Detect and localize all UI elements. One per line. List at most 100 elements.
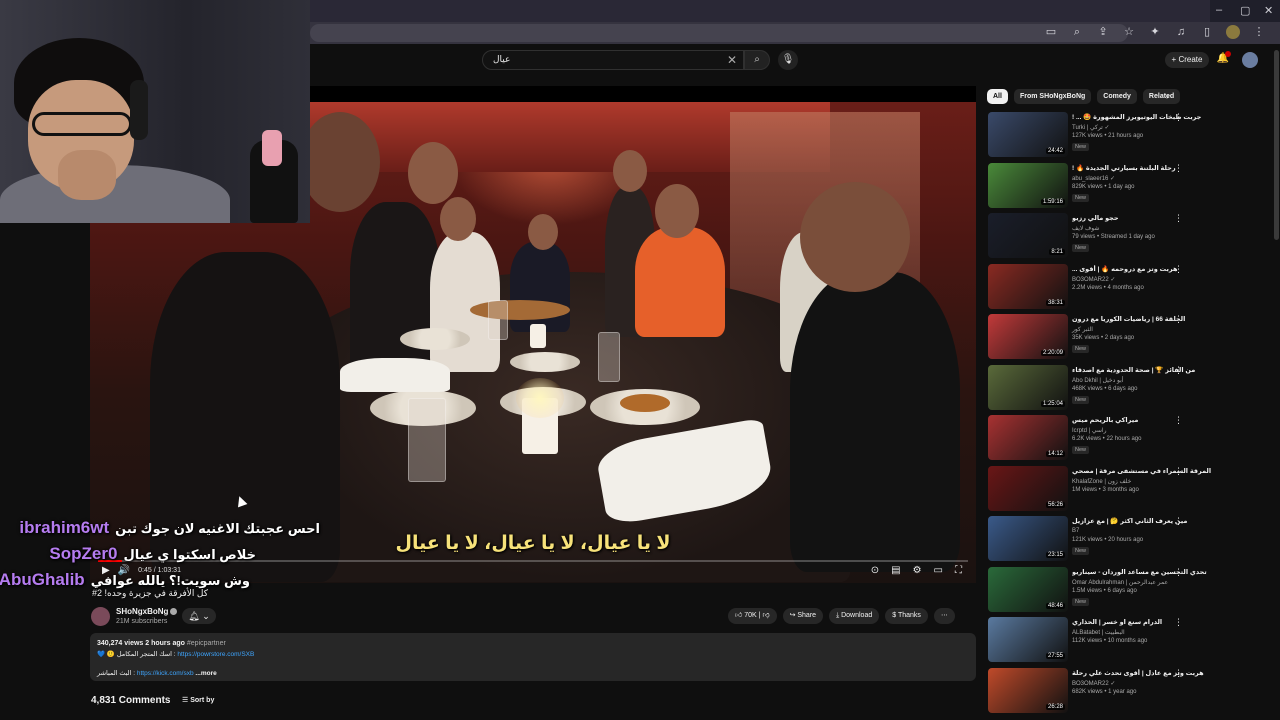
recommended-video[interactable]: 38:31 هربت وتز مع دروحمه 🔥 | أقوى ... BO3O…	[988, 263, 1268, 310]
video-thumbnail[interactable]: 8:21	[988, 213, 1068, 258]
search-button[interactable]: ⌕	[744, 50, 770, 70]
video-menu-icon[interactable]: ⋮	[1174, 668, 1183, 679]
download-button[interactable]: ⤓ Download	[829, 608, 880, 624]
video-thumbnail[interactable]: 1:25:04	[988, 364, 1068, 410]
description-box[interactable]: 340,274 views 2 hours ago #epicpartner 💙…	[90, 633, 976, 681]
video-menu-icon[interactable]: ⋮	[1174, 617, 1183, 628]
video-thumbnail[interactable]: 23:15	[988, 516, 1068, 561]
video-title[interactable]: هربت وتز مع عادل | أقوى تحدث علي رحلة	[1072, 669, 1252, 677]
video-title[interactable]: الحلقة 66 | رياضيات الكوريا مع درون	[1072, 315, 1252, 323]
video-title[interactable]: مين يعرف الثاني اكثر 🤔 | مع عزازيل	[1072, 517, 1252, 525]
video-channel[interactable]: BO3OMAR22 ✓	[1072, 680, 1115, 687]
autoplay-toggle-icon[interactable]: ⊙	[871, 565, 879, 576]
video-menu-icon[interactable]: ⋮	[1174, 314, 1183, 325]
video-menu-icon[interactable]: ⋮	[1174, 213, 1183, 224]
video-channel[interactable]: ALBatabet | البطبيت	[1072, 629, 1125, 636]
share-button[interactable]: ↪ Share	[782, 608, 824, 624]
video-thumbnail[interactable]: 2:20:09	[988, 314, 1068, 359]
store-link[interactable]: https://powrstore.com/SXB	[177, 651, 254, 658]
cast-icon[interactable]: ▭	[1044, 25, 1058, 39]
maximize-icon[interactable]: ▢	[1240, 4, 1250, 17]
video-channel[interactable]: Abo Dkhil | أبو دخيل	[1072, 377, 1123, 384]
recommended-video[interactable]: 48:46 تحدي التحسين مع مساعد الوردان - سين…	[988, 566, 1268, 613]
video-menu-icon[interactable]: ⋮	[1174, 466, 1183, 477]
chip-all[interactable]: All	[987, 89, 1008, 104]
video-thumbnail[interactable]: 27:55	[988, 617, 1068, 662]
fullscreen-icon[interactable]: ⛶	[955, 565, 962, 576]
video-channel[interactable]: Icrptd | راسي	[1072, 427, 1107, 434]
chip-comedy[interactable]: Comedy	[1097, 89, 1137, 104]
zoom-icon[interactable]: ⌕	[1070, 25, 1084, 39]
recommended-video[interactable]: 56:26 المرقة السمراء في مستشفى مرقة | مصح…	[988, 465, 1268, 512]
extensions-icon[interactable]: ✦	[1148, 25, 1162, 39]
address-bar[interactable]	[310, 24, 1128, 42]
recommended-video[interactable]: 24:42 جربت طبخات اليوتيوبرز المشهورة 🤩 ..…	[988, 112, 1268, 158]
channel-name-text[interactable]: SHoNgxBoNg	[116, 607, 168, 616]
bookmark-star-icon[interactable]: ☆	[1122, 25, 1136, 39]
sort-comments-button[interactable]: ☰ Sort by	[182, 696, 214, 704]
video-menu-icon[interactable]: ⋮	[1174, 415, 1183, 426]
video-menu-icon[interactable]: ⋮	[1174, 567, 1183, 578]
description-hashtag[interactable]: #epicpartner	[187, 640, 226, 647]
more-actions-button[interactable]: ⋯	[933, 608, 955, 624]
video-thumbnail[interactable]: 14:12	[988, 415, 1068, 460]
voice-search-button[interactable]: 🎙	[778, 50, 798, 70]
thumbs-down-icon[interactable]: 👎︎	[762, 612, 769, 619]
chip-from-channel[interactable]: From SHoNgxBoNg	[1013, 89, 1092, 104]
video-channel[interactable]: الثبر كور	[1072, 326, 1093, 333]
video-channel[interactable]: KhalafZone | خلف زون	[1072, 478, 1131, 485]
media-control-icon[interactable]: ♫	[1174, 25, 1188, 39]
video-title[interactable]: الدرام سنع او خسر | الحذاري	[1072, 618, 1252, 626]
video-menu-icon[interactable]: ⋮	[1174, 264, 1183, 275]
video-menu-icon[interactable]: ⋮	[1174, 112, 1183, 123]
video-title[interactable]: جربت طبخات اليوتيوبرز المشهورة 🤩 ... !	[1072, 113, 1252, 121]
search-input[interactable]: عيال	[493, 54, 510, 65]
minimize-icon[interactable]: –	[1216, 4, 1222, 16]
theater-mode-icon[interactable]: ▭	[934, 565, 943, 576]
browser-profile-avatar[interactable]	[1226, 25, 1240, 39]
share-page-icon[interactable]: ⇪	[1096, 25, 1110, 39]
channel-name[interactable]: SHoNgxBoNg	[116, 607, 178, 616]
video-menu-icon[interactable]: ⋮	[1174, 516, 1183, 527]
kick-link[interactable]: https://kick.com/sxb	[137, 670, 194, 677]
recommended-video[interactable]: 8:21 حجو مالي رزيو شوف لايف 79 views • Stre…	[988, 213, 1268, 259]
side-panel-icon[interactable]: ▯	[1200, 25, 1214, 39]
video-title[interactable]: حجو مالي رزيو	[1072, 214, 1252, 222]
video-channel[interactable]: B7	[1072, 528, 1079, 534]
video-thumbnail[interactable]: 24:42	[988, 112, 1068, 157]
settings-gear-icon[interactable]: ⚙	[913, 565, 922, 576]
thanks-button[interactable]: $ Thanks	[885, 608, 928, 624]
create-button[interactable]: + Create	[1165, 52, 1209, 68]
page-scrollbar[interactable]	[1274, 50, 1279, 240]
recommended-video[interactable]: 14:12 ميراكي بالريحم ميس Icrptd | راسي 6.2K…	[988, 415, 1268, 461]
recommended-video[interactable]: 1:25:04 من الفائز 🏆 | صحة الحدودية مع اصد…	[988, 364, 1268, 411]
video-title[interactable]: رحلة البلتنة بسيارتي الجديدة 🔥 !	[1072, 164, 1252, 172]
recommended-video[interactable]: 27:55 الدرام سنع او خسر | الحذاري ALBatabe…	[988, 617, 1268, 663]
like-button[interactable]: 👍︎ 70K | 👎︎	[728, 608, 777, 624]
video-channel[interactable]: abu_slaeer16 ✓	[1072, 175, 1115, 182]
channel-avatar[interactable]	[91, 607, 110, 626]
video-title[interactable]: ميراكي بالريحم ميس	[1072, 416, 1252, 424]
video-channel[interactable]: BO3OMAR22 ✓	[1072, 276, 1115, 283]
recommended-video[interactable]: 1:59:16 رحلة البلتنة بسيارتي الجديدة 🔥 ! a…	[988, 162, 1268, 209]
video-thumbnail[interactable]: 38:31	[988, 263, 1068, 309]
video-thumbnail[interactable]: 26:28	[988, 667, 1068, 713]
recommended-video[interactable]: 2:20:09 الحلقة 66 | رياضيات الكوريا مع در…	[988, 314, 1268, 360]
video-title[interactable]: من الفائز 🏆 | صحة الحدودية مع اصدقاء	[1072, 366, 1252, 374]
video-title[interactable]: المرقة السمراء في مستشفى مرقة | مصحي	[1072, 467, 1252, 475]
video-channel[interactable]: Turki | تركي ✓	[1072, 124, 1110, 131]
close-window-icon[interactable]: ✕	[1264, 4, 1273, 17]
video-thumbnail[interactable]: 56:26	[988, 465, 1068, 511]
video-menu-icon[interactable]: ⋮	[1174, 365, 1183, 376]
browser-menu-icon[interactable]: ⋮	[1252, 25, 1266, 39]
video-channel[interactable]: Omar Abdulrahman | عمر عبدالرحمن	[1072, 579, 1168, 586]
recommended-video[interactable]: 23:15 مين يعرف الثاني اكثر 🤔 | مع عزازيل B…	[988, 516, 1268, 562]
video-thumbnail[interactable]: 1:59:16	[988, 162, 1068, 208]
video-thumbnail[interactable]: 48:46	[988, 566, 1068, 612]
browser-tab-strip[interactable]	[310, 0, 1210, 22]
show-more-link[interactable]: ...more	[195, 670, 216, 677]
subtitles-icon[interactable]: ▤	[891, 565, 900, 576]
clear-search-icon[interactable]: ✕	[727, 53, 737, 67]
account-avatar[interactable]	[1242, 52, 1258, 68]
video-title[interactable]: تحدي التحسين مع مساعد الوردان - سيناريو	[1072, 568, 1252, 576]
